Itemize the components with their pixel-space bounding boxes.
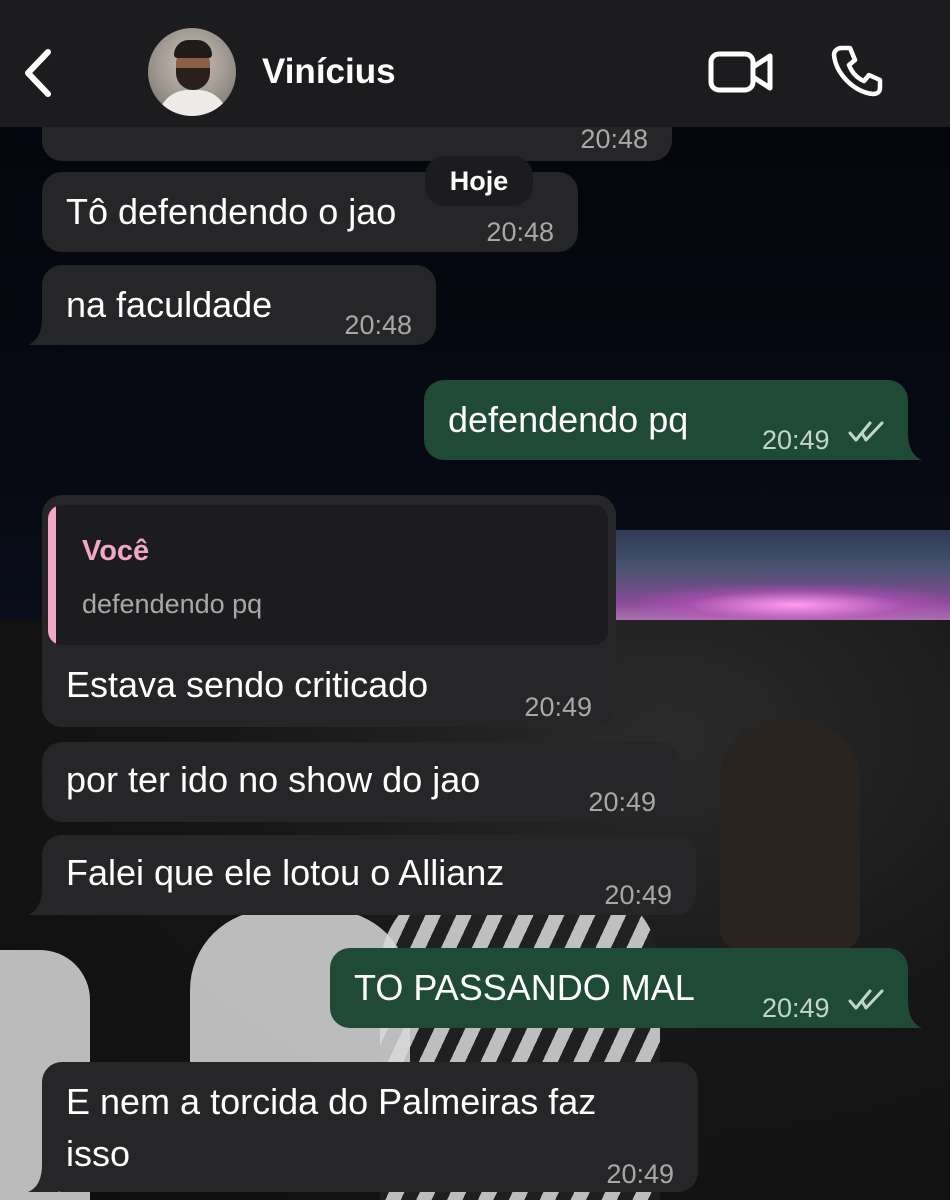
video-call-button[interactable] xyxy=(708,50,774,94)
message-text: defendendo pq xyxy=(448,399,689,440)
message-text-line: isso xyxy=(66,1133,131,1174)
bubble-tail xyxy=(28,887,58,915)
quote-text: defendendo pq xyxy=(82,589,263,619)
message-time: 20:48 xyxy=(486,217,554,247)
chat-header: Vinícius xyxy=(0,0,950,127)
wallpaper-person xyxy=(720,720,860,950)
wallpaper-lights xyxy=(640,585,950,625)
phone-icon xyxy=(831,45,883,97)
message-text: TO PASSANDO MAL xyxy=(354,967,695,1008)
quoted-message[interactable]: Você defendendo pq xyxy=(48,505,608,645)
message-bubble-outgoing[interactable]: TO PASSANDO MAL 20:49 xyxy=(330,948,922,1028)
bubble-tail xyxy=(892,432,922,460)
message-text: Tô defendendo o jao xyxy=(66,191,397,232)
message-text: Falei que ele lotou o Allianz xyxy=(66,852,505,893)
double-check-icon xyxy=(848,421,884,442)
quote-author: Você xyxy=(82,535,150,567)
message-time: 20:49 xyxy=(762,993,830,1023)
message-bubble-incoming[interactable]: por ter ido no show do jao 20:49 xyxy=(42,742,680,822)
message-time: 20:49 xyxy=(606,1159,674,1189)
message-bubble-incoming[interactable]: Falei que ele lotou o Allianz 20:49 xyxy=(28,835,696,915)
message-bubble-incoming[interactable]: na faculdade 20:48 xyxy=(28,265,436,345)
double-check-icon xyxy=(848,989,884,1010)
quote-accent-bar xyxy=(48,505,56,645)
avatar[interactable] xyxy=(148,28,236,116)
bubble-tail xyxy=(28,317,58,345)
contact-name[interactable]: Vinícius xyxy=(262,52,396,92)
message-time: 20:49 xyxy=(604,880,672,910)
message-text: na faculdade xyxy=(66,284,273,325)
message-text: por ter ido no show do jao xyxy=(66,759,481,800)
message-time: 20:49 xyxy=(588,787,656,817)
chevron-left-icon xyxy=(25,49,51,97)
message-time: 20:49 xyxy=(524,692,592,722)
message-text: Estava sendo criticado xyxy=(66,664,429,705)
bubble-tail xyxy=(28,1164,58,1192)
message-bubble-incoming[interactable]: E nem a torcida do Palmeiras faz isso 20… xyxy=(28,1062,698,1192)
date-separator: Hoje xyxy=(425,156,533,206)
bubble-tail xyxy=(892,1000,922,1028)
video-camera-icon xyxy=(708,51,773,93)
message-time: 20:49 xyxy=(762,425,830,455)
message-text-line: E nem a torcida do Palmeiras faz xyxy=(66,1081,597,1122)
message-time: 20:48 xyxy=(344,310,412,340)
message-bubble-outgoing[interactable]: defendendo pq 20:49 xyxy=(424,380,922,460)
back-button[interactable] xyxy=(20,48,56,98)
voice-call-button[interactable] xyxy=(830,44,884,98)
